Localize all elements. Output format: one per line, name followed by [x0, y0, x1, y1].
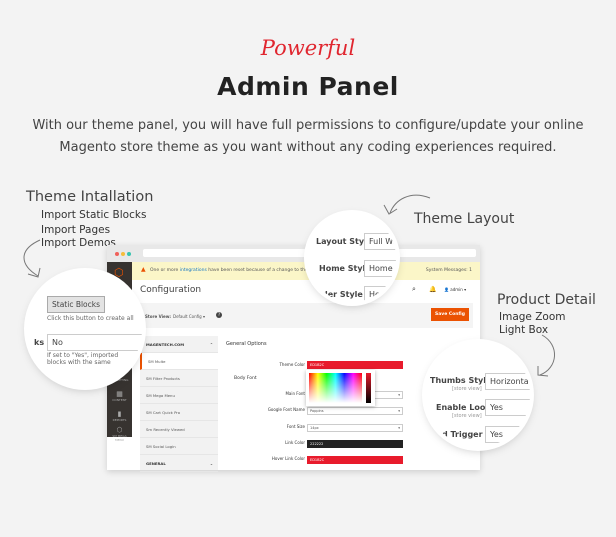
field-label: Font Size	[286, 424, 305, 429]
google-font-select[interactable]: Poppins ▾	[307, 407, 403, 415]
search-icon[interactable]: ⌕	[412, 285, 416, 294]
field-label: Main Font	[285, 391, 305, 396]
page-title: Configuration	[140, 285, 202, 295]
layout-style-select[interactable]: Full Wi	[364, 233, 396, 250]
minimize-dot[interactable]	[121, 252, 125, 256]
arrow-icon	[539, 334, 555, 376]
notifications-icon[interactable]: 🔔	[429, 286, 436, 293]
field-label: Google Font Name	[267, 407, 305, 412]
menu-item[interactable]: SM Mega Menu	[140, 387, 218, 404]
home-style-select[interactable]: Home St	[364, 260, 396, 277]
scope-label: [store view]	[452, 413, 482, 419]
color-picker[interactable]	[306, 370, 375, 406]
hover-link-color-input[interactable]: ED1B2C	[307, 456, 403, 464]
menu-group-general[interactable]: GENERAL ⌄	[140, 455, 218, 472]
header-style-select[interactable]: Hea	[364, 286, 390, 302]
body-font-heading: Body Font	[234, 376, 257, 381]
nav-content[interactable]: ▦ CONTENT	[109, 390, 130, 410]
menu-item[interactable]: SM Multe	[140, 353, 218, 370]
admin-window: ⬡ ◎DASHBOARD $SALES ▣PRODUCTS ☻CUSTOMERS…	[107, 245, 480, 472]
zoom-circle-layout: Layout Style Full Wi Home Style Home St …	[308, 214, 396, 302]
nav-sm-mega-menu[interactable]: ⬡ SM MEGA MENU	[109, 426, 130, 446]
font-size-select[interactable]: 14px ▾	[307, 424, 403, 432]
scope-label: [store view]	[452, 386, 482, 392]
close-dot[interactable]	[115, 252, 119, 256]
help-icon[interactable]: ?	[216, 312, 222, 318]
store-view-bar: Store View: Default Config ▾ ?	[140, 303, 473, 328]
field-label: Link Color	[285, 440, 305, 445]
field-label: rd Trigger	[438, 430, 483, 439]
enable-loop-select[interactable]: Yes	[485, 399, 530, 416]
magento-logo-icon: ⬡	[114, 266, 124, 279]
import-select[interactable]: No	[47, 334, 142, 351]
arrow-icon	[383, 204, 398, 215]
arrow-icon	[389, 194, 431, 214]
static-blocks-hint: Click this button to create all	[47, 315, 134, 322]
save-config-button[interactable]: Save Config	[431, 308, 469, 321]
field-label: Hover Link Color	[271, 456, 305, 461]
system-messages-toggle[interactable]: System Messages: 1	[426, 268, 472, 273]
zoom-circle-product: Thumbs Styles [store view] Horizontal En…	[426, 343, 530, 447]
trigger-select[interactable]: Yes	[485, 426, 530, 443]
theme-color-input[interactable]: ED1B2C	[307, 361, 403, 369]
menu-item[interactable]: SM Social Login	[140, 438, 218, 455]
arrow-icon	[23, 239, 41, 277]
field-label: ks	[34, 338, 45, 347]
system-warning-bar: ▲ One or more integrations have been res…	[132, 262, 480, 280]
color-slider[interactable]	[366, 373, 371, 403]
section-title: General Options	[226, 341, 267, 347]
store-view-label: Store View:	[145, 314, 172, 319]
warning-icon: ▲	[141, 266, 146, 273]
field-label: Theme Color	[279, 362, 305, 367]
static-blocks-button[interactable]: Static Blocks	[47, 296, 106, 313]
integrations-link[interactable]: integrations	[180, 268, 207, 273]
field-label: Enable Loop	[436, 403, 492, 412]
menu-item[interactable]: SM Filter Products	[140, 370, 218, 387]
link-color-input[interactable]: 222222	[307, 440, 403, 448]
config-menu: MAGENTECH.COM ⌃ SM Multe SM Filter Produc…	[140, 336, 218, 472]
menu-group-magentech[interactable]: MAGENTECH.COM ⌃	[140, 336, 218, 353]
menu-item[interactable]: Sm Recently Viewed	[140, 421, 218, 438]
user-menu[interactable]: 👤 admin ▾	[444, 287, 466, 292]
window-titlebar	[107, 245, 480, 262]
import-note: If set to "Yes", imported blocks with th…	[47, 352, 119, 366]
field-label: der Style	[322, 290, 363, 299]
store-view-select[interactable]: Default Config ▾	[173, 314, 205, 319]
menu-item[interactable]: SM Cart Quick Pro	[140, 404, 218, 421]
zoom-circle-install: Static Blocks Click this button to creat…	[28, 272, 142, 386]
color-spectrum[interactable]	[309, 373, 362, 403]
maximize-dot[interactable]	[127, 252, 131, 256]
field-label: Home Style	[319, 264, 371, 273]
thumbs-styles-select[interactable]: Horizontal	[485, 373, 530, 390]
